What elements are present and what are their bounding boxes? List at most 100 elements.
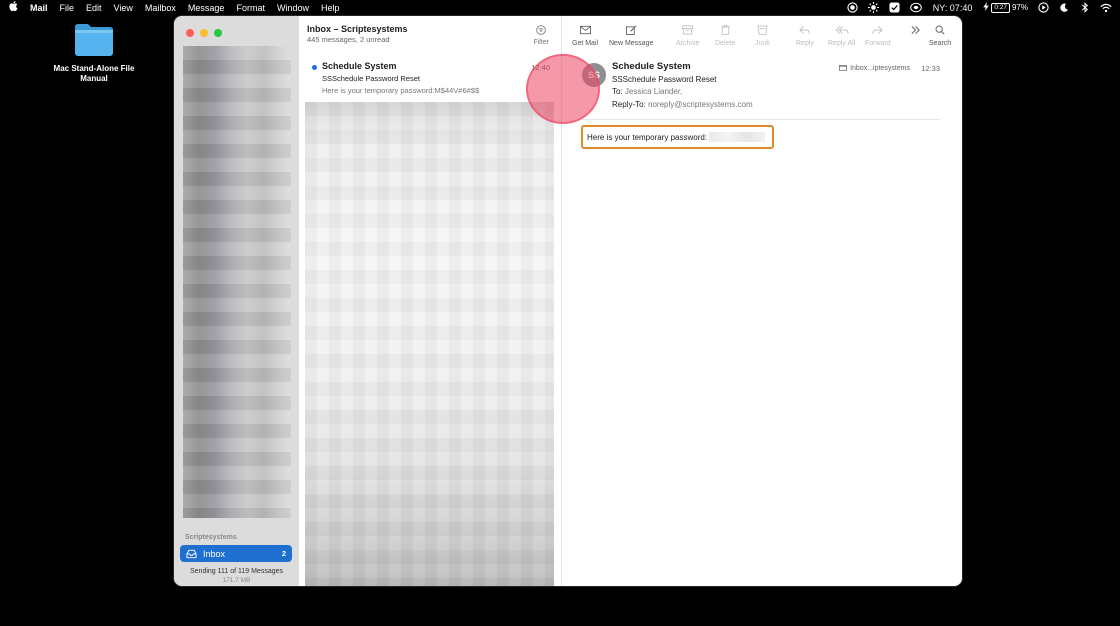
brightness-icon[interactable] (868, 2, 880, 14)
do-not-disturb-moon-icon[interactable] (1058, 2, 1070, 14)
junk-bin-icon (757, 25, 768, 35)
forward-button[interactable]: Forward (865, 25, 891, 47)
menu-window[interactable]: Window (271, 3, 315, 13)
redacted-password (709, 132, 766, 142)
window-controls (186, 29, 222, 37)
sending-status: Sending 111 of 119 Messages 171.7 MB (174, 567, 299, 585)
reply-all-button[interactable]: Reply All (828, 25, 855, 47)
folder-icon (73, 22, 115, 58)
filter-icon (536, 25, 546, 35)
message-body-text: Here is your temporary password: (587, 132, 708, 142)
mailbox-count: 445 messages, 2 unread (307, 35, 390, 44)
menu-help[interactable]: Help (315, 3, 346, 13)
sending-status-text: Sending 111 of 119 Messages (189, 568, 283, 575)
sending-status-size: 171.7 MB (222, 577, 251, 584)
chevron-double-right-icon (910, 25, 921, 35)
password-highlight-box: Here is your temporary password: (581, 125, 774, 149)
desktop-folder-label: Mac Stand-Alone File Manual (53, 64, 135, 83)
menu-app-mail[interactable]: Mail (26, 3, 54, 13)
message-subject: SSSchedule Password Reset (322, 74, 420, 83)
message-list: Inbox – Scriptesystems 445 messages, 2 u… (299, 16, 562, 586)
filter-label: Filter (533, 39, 549, 46)
sidebar: Scriptesystems Inbox 2 Sending 111 of 11… (174, 16, 299, 586)
message-preview: Here is your temporary password:M$44V#6#… (322, 86, 480, 95)
viewer-time: 12:33 (921, 64, 940, 73)
menubar-clock[interactable]: NY: 07:40 (933, 3, 973, 13)
message-viewer: SS Schedule System SSSchedule Password R… (562, 56, 962, 586)
inbox-tray-icon (186, 549, 197, 559)
menu-format[interactable]: Format (230, 3, 271, 13)
to-value[interactable]: Jessica Liander, (625, 87, 682, 96)
inbox-unread-badge: 2 (281, 549, 286, 558)
close-button[interactable] (186, 29, 194, 37)
viewer-reply-to: Reply-To: noreply@scriptesystems.com (612, 100, 753, 109)
compose-icon (625, 25, 637, 35)
menubar: Mail File Edit View Mailbox Message Form… (0, 0, 1120, 15)
bolt-icon (983, 2, 990, 13)
viewer-to: To: Jessica Liander, (612, 87, 682, 96)
reply-arrow-icon (799, 25, 811, 35)
reply-to-value[interactable]: noreply@scriptesystems.com (648, 100, 753, 109)
envelope-icon (579, 25, 591, 35)
reply-all-label: Reply All (828, 40, 856, 47)
menu-edit[interactable]: Edit (80, 3, 108, 13)
forward-label: Forward (865, 40, 891, 47)
search-button[interactable]: Search (929, 25, 951, 47)
delete-button[interactable]: Delete (715, 25, 735, 47)
battery-time: 0:27 (991, 2, 1010, 13)
message-sender: Schedule System (322, 61, 397, 71)
archive-label: Archive (676, 40, 700, 47)
more-toolbar-button[interactable] (910, 25, 921, 40)
to-label: To: (612, 87, 623, 96)
reply-label: Reply (796, 40, 814, 47)
reply-button[interactable]: Reply (796, 25, 814, 47)
menu-message[interactable]: Message (182, 3, 231, 13)
screen-record-icon[interactable] (1037, 2, 1049, 14)
minimize-button[interactable] (200, 29, 208, 37)
message-list-header: Inbox – Scriptesystems 445 messages, 2 u… (307, 24, 408, 44)
battery-indicator[interactable]: 0:27 97% (983, 2, 1028, 13)
forward-arrow-icon (872, 25, 884, 35)
viewer-mailbox[interactable]: Inbox...iptesystems (839, 64, 910, 73)
vpn-icon[interactable] (909, 2, 922, 14)
mailbox-folder-icon (839, 64, 848, 73)
blurred-mailbox-list (183, 46, 291, 518)
get-mail-label: Get Mail (572, 40, 599, 47)
viewer-subject: SSSchedule Password Reset (612, 75, 717, 84)
sidebar-section-account: Scriptesystems (185, 534, 237, 541)
search-label: Search (929, 40, 952, 47)
battery-percent: 97% (1011, 3, 1028, 12)
list-item[interactable]: Schedule System 12:40 SSSchedule Passwor… (299, 60, 562, 100)
archive-button[interactable]: Archive (676, 25, 699, 47)
reply-to-label: Reply-To: (612, 100, 646, 109)
blurred-message-list (305, 102, 554, 586)
trash-icon (720, 25, 731, 35)
mail-window: Scriptesystems Inbox 2 Sending 111 of 11… (174, 16, 962, 586)
wifi-icon[interactable] (1100, 2, 1112, 14)
sidebar-item-inbox[interactable]: Inbox 2 (180, 545, 292, 562)
menu-view[interactable]: View (108, 3, 139, 13)
record-icon[interactable] (847, 2, 859, 14)
bluetooth-icon[interactable] (1079, 2, 1091, 14)
viewer-sender: Schedule System (612, 61, 691, 72)
junk-button[interactable]: Junk (755, 25, 770, 47)
new-message-button[interactable]: New Message (609, 25, 653, 47)
menu-mailbox[interactable]: Mailbox (139, 3, 182, 13)
menu-file[interactable]: File (54, 3, 81, 13)
mailbox-title: Inbox – Scriptesystems (307, 24, 408, 34)
zoom-button[interactable] (214, 29, 222, 37)
sidebar-inbox-label: Inbox (203, 548, 226, 559)
checkbox-app-icon[interactable] (889, 2, 901, 14)
junk-label: Junk (755, 40, 770, 47)
filter-button[interactable]: Filter (533, 25, 549, 46)
unread-dot-icon (312, 65, 317, 70)
apple-menu-icon[interactable] (0, 1, 26, 14)
avatar: SS (582, 63, 606, 87)
header-divider (582, 119, 940, 120)
get-mail-button[interactable]: Get Mail (572, 25, 598, 47)
viewer-toolbar: Get Mail New Message Archive Delete Junk (562, 16, 962, 56)
new-message-label: New Message (609, 40, 654, 47)
desktop-folder[interactable]: Mac Stand-Alone File Manual (48, 22, 140, 84)
reply-all-arrow-icon (835, 25, 849, 35)
message-time: 12:40 (531, 63, 550, 72)
